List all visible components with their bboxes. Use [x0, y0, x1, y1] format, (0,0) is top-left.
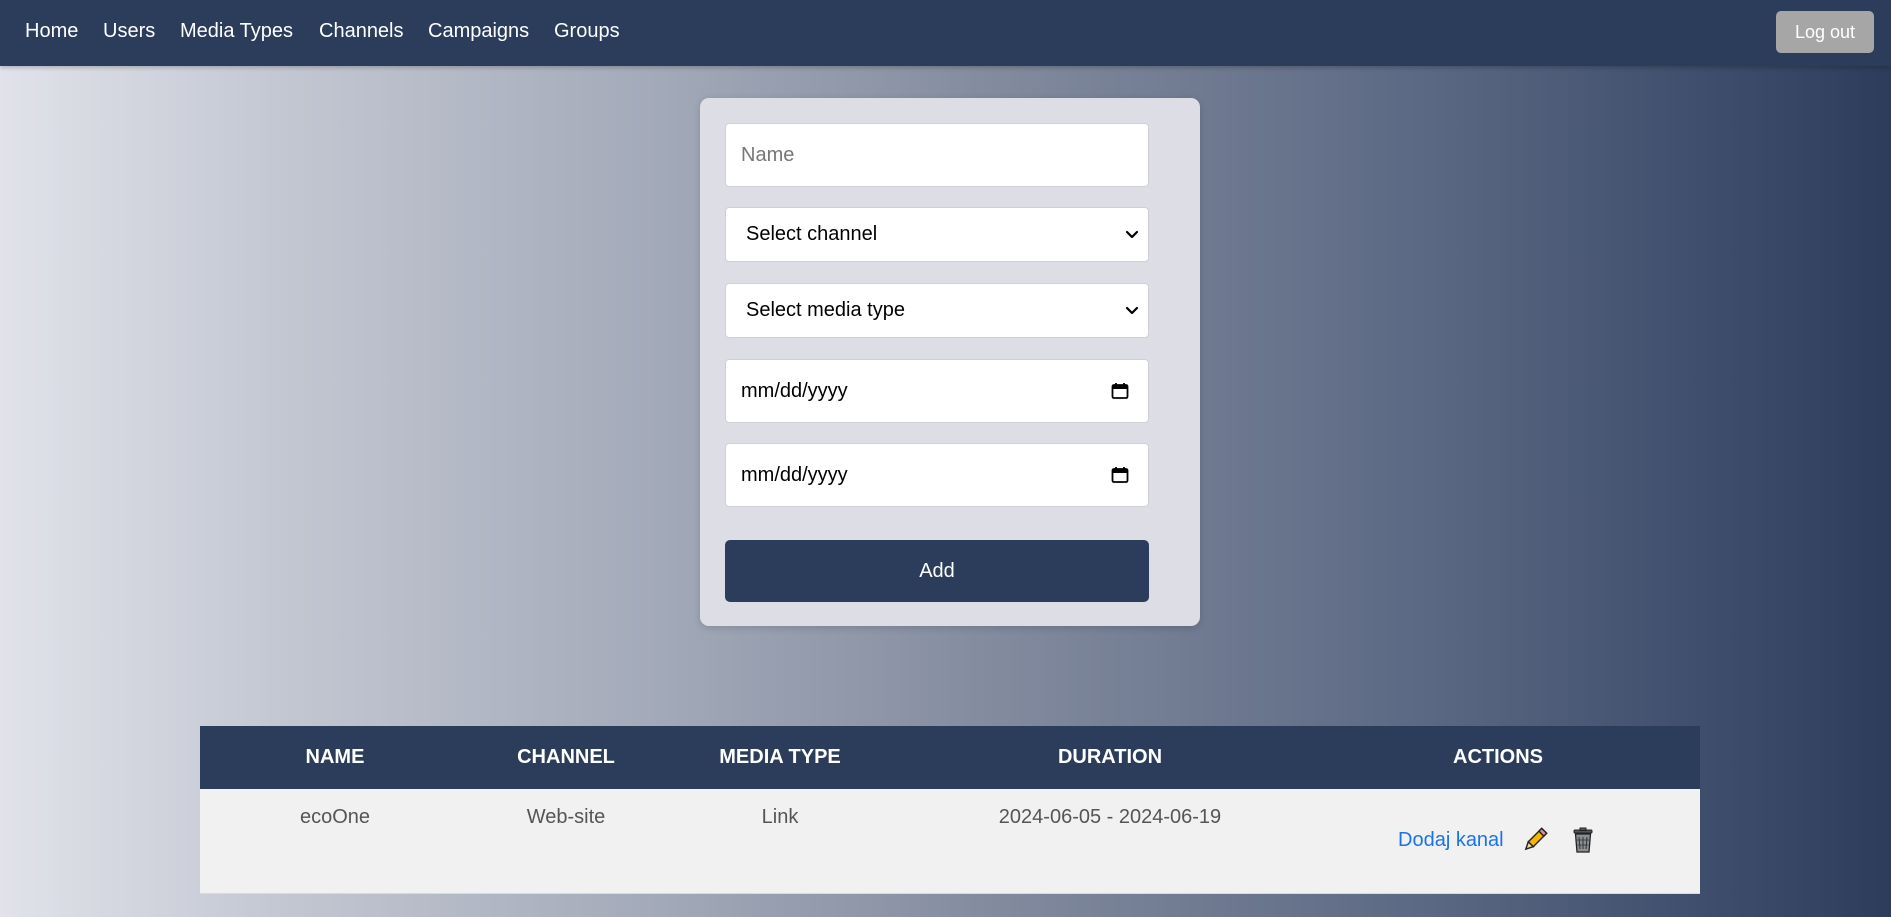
column-header-actions: ACTIONS	[1453, 746, 1543, 768]
cell-channel: Web-site	[526, 806, 606, 828]
media-type-select[interactable]: Select media type	[725, 283, 1149, 338]
calendar-icon[interactable]	[1110, 381, 1130, 401]
trash-icon[interactable]	[1568, 825, 1598, 855]
start-date-placeholder: mm/dd/yyyy	[741, 379, 848, 402]
pencil-icon[interactable]	[1520, 825, 1550, 855]
nav-link-media-types[interactable]: Media Types	[180, 20, 293, 43]
add-button[interactable]: Add	[725, 540, 1149, 602]
column-header-channel: CHANNEL	[517, 746, 615, 768]
column-header-media-type: MEDIA TYPE	[719, 746, 841, 768]
name-input-placeholder: Name	[741, 143, 795, 166]
chevron-down-icon	[1125, 230, 1139, 238]
nav-link-channels[interactable]: Channels	[319, 20, 404, 43]
add-channel-link[interactable]: Dodaj kanal	[1398, 829, 1504, 852]
table-row: ecoOne Web-site Link 2024-06-05 - 2024-0…	[200, 789, 1700, 894]
logout-button[interactable]: Log out	[1776, 11, 1874, 53]
nav-link-campaigns[interactable]: Campaigns	[428, 20, 529, 43]
nav-link-groups[interactable]: Groups	[554, 20, 620, 43]
column-header-duration: DURATION	[1057, 746, 1163, 768]
nav-link-home[interactable]: Home	[25, 20, 78, 43]
start-date-input[interactable]: mm/dd/yyyy	[725, 359, 1149, 423]
campaign-form: Name Select channel Select media type mm…	[700, 98, 1200, 626]
table-header: NAME CHANNEL MEDIA TYPE DURATION ACTIONS	[200, 726, 1700, 789]
cell-duration: 2024-06-05 - 2024-06-19	[998, 806, 1222, 828]
end-date-input[interactable]: mm/dd/yyyy	[725, 443, 1149, 507]
calendar-icon[interactable]	[1110, 465, 1130, 485]
channel-select-value: Select channel	[746, 223, 878, 245]
campaigns-table: NAME CHANNEL MEDIA TYPE DURATION ACTIONS…	[200, 726, 1700, 894]
media-type-select-value: Select media type	[746, 299, 905, 321]
name-input[interactable]: Name	[725, 123, 1149, 187]
top-navbar: Home Users Media Types Channels Campaign…	[0, 0, 1891, 66]
column-header-name: NAME	[305, 746, 365, 768]
channel-select[interactable]: Select channel	[725, 207, 1149, 262]
cell-name: ecoOne	[299, 806, 371, 828]
end-date-placeholder: mm/dd/yyyy	[741, 463, 848, 486]
chevron-down-icon	[1125, 306, 1139, 314]
cell-media-type: Link	[761, 806, 799, 828]
nav-link-users[interactable]: Users	[103, 20, 155, 43]
